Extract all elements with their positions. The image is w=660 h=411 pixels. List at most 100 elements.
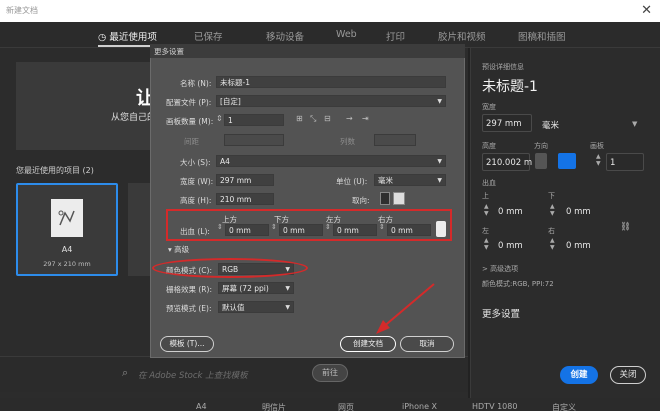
profile-select[interactable]: [自定] ▼ [216, 95, 446, 107]
preset-details-panel [470, 48, 660, 398]
recent-item-card[interactable] [128, 183, 150, 276]
stock-search-input[interactable]: 在 Adobe Stock 上查找模板 [138, 369, 248, 381]
advanced-toggle[interactable]: ▾ 高级 [168, 244, 189, 255]
column-layout-icon[interactable]: ⊟ [324, 114, 331, 123]
units-value: 毫米 [378, 176, 393, 185]
raster-effects-label: 栅格效果 (R): [166, 285, 212, 294]
bleed-right-value[interactable]: 0 mm [566, 241, 591, 251]
new-document-window: 新建文档 ✕ ◷ 最近使用项 已保存 移动设备 Web 打印 胶片和视频 图稿和… [0, 0, 660, 411]
bleed-top-label: 上 [482, 192, 489, 200]
footer-preset[interactable]: A4 [196, 402, 207, 411]
window-close-icon[interactable]: ✕ [641, 3, 652, 18]
stepper-icon[interactable]: ▲ ▼ [550, 237, 555, 251]
tab-print[interactable]: 打印 [386, 29, 405, 43]
tab-film-video[interactable]: 胶片和视频 [438, 29, 486, 43]
units-label: 单位 (U): [336, 177, 368, 186]
chevron-down-icon: ▼ [437, 98, 442, 105]
bleed-right-label: 右 [548, 227, 555, 235]
annotation-arrow [376, 283, 435, 334]
window-title: 新建文档 [6, 6, 38, 15]
bleed-bottom-value[interactable]: 0 mm [566, 207, 591, 217]
arrange-icon[interactable]: → [346, 114, 353, 123]
tab-recent-label: 最近使用项 [109, 32, 157, 43]
footer-preset[interactable]: iPhone X [402, 402, 437, 411]
name-label: 名称 (N): [180, 79, 212, 88]
tab-art-illustration[interactable]: 图稿和插图 [518, 29, 566, 43]
recent-item-size: 297 x 210 mm [43, 260, 91, 268]
preview-mode-value: 默认值 [222, 303, 245, 312]
landscape-icon[interactable] [393, 192, 405, 205]
document-icon [51, 199, 83, 237]
artboards-label: 画板 [590, 142, 604, 150]
artboards-count-label: 画板数量 (M): [166, 117, 214, 126]
units-select[interactable]: 毫米 ▼ [374, 174, 446, 186]
advanced-options-toggle[interactable]: > 高级选项 [482, 264, 518, 274]
raster-effects-value: 屏幕 (72 ppi) [222, 284, 269, 293]
bleed-label: 出血 [482, 179, 496, 187]
preview-mode-label: 预览模式 (E): [166, 304, 212, 313]
document-name[interactable]: 未标题-1 [482, 76, 538, 96]
artboards-value: 1 [610, 158, 616, 168]
preview-mode-select[interactable]: 默认值 ▼ [218, 301, 294, 313]
window-titlebar: 新建文档 ✕ [0, 0, 660, 22]
chevron-down-icon: ▼ [285, 285, 290, 292]
profile-value: [自定] [220, 97, 241, 106]
spacing-label: 间距 [184, 137, 199, 146]
dialog-titlebar: 更多设置 [150, 44, 465, 58]
chevron-down-icon: ▼ [437, 158, 442, 165]
stepper-icon[interactable]: ▲ ▼ [596, 153, 601, 167]
portrait-icon[interactable] [380, 192, 390, 205]
stepper-icon[interactable]: ⇕ [216, 114, 223, 123]
close-button[interactable]: 关闭 [610, 366, 646, 384]
templates-button[interactable]: 模板 (T)... [160, 336, 214, 352]
annotation-ellipse [152, 258, 308, 278]
tab-web[interactable]: Web [336, 29, 357, 40]
height-field[interactable]: 210 mm [216, 193, 274, 205]
footer-preset[interactable]: 明信片 [262, 402, 286, 411]
more-settings-button[interactable]: 更多设置 [482, 306, 520, 320]
search-icon: ⌕ [122, 366, 129, 379]
recent-item-card[interactable]: A4 297 x 210 mm [16, 183, 118, 276]
arrange-order-icon[interactable]: ⇥ [362, 114, 369, 123]
columns-label: 列数 [340, 137, 355, 146]
stepper-icon[interactable]: ▲ ▼ [550, 203, 555, 217]
chevron-down-icon: ▼ [437, 177, 442, 184]
footer-preset[interactable]: 自定义 [552, 402, 576, 411]
tab-saved[interactable]: 已保存 [194, 29, 223, 43]
dialog-title: 更多设置 [154, 47, 184, 56]
link-icon[interactable]: ⛓ [620, 222, 631, 232]
color-mode-summary: 颜色模式:RGB, PPI:72 [482, 280, 554, 288]
size-select[interactable]: A4 ▼ [216, 155, 446, 167]
orientation-label: 方向 [534, 142, 548, 150]
clock-icon: ◷ [98, 32, 107, 43]
landscape-icon[interactable] [558, 153, 576, 169]
tab-mobile[interactable]: 移动设备 [266, 29, 304, 43]
stepper-icon[interactable]: ▲ ▼ [484, 203, 489, 217]
row-layout-icon[interactable]: ⤡ [310, 114, 316, 124]
chevron-down-icon: ▼ [285, 304, 290, 311]
width-field[interactable]: 297 mm [216, 174, 274, 186]
columns-field [374, 134, 416, 146]
width-value: 297 mm [486, 119, 522, 129]
go-button[interactable]: 前往 [312, 364, 348, 382]
artboards-count-field[interactable]: 1 [224, 114, 284, 126]
tab-recent[interactable]: ◷ 最近使用项 [98, 29, 157, 43]
height-value: 210.002 m [486, 158, 533, 168]
name-field[interactable]: 未标题-1 [216, 76, 446, 88]
unit-select[interactable]: 毫米 [542, 119, 559, 131]
bleed-left-value[interactable]: 0 mm [498, 241, 523, 251]
raster-effects-select[interactable]: 屏幕 (72 ppi) ▼ [218, 282, 294, 294]
portrait-icon[interactable] [535, 153, 547, 169]
width-label: 宽度 [482, 103, 496, 111]
footer-preset[interactable]: HDTV 1080 [472, 402, 517, 411]
bleed-top-value[interactable]: 0 mm [498, 207, 523, 217]
stepper-icon[interactable]: ▲ ▼ [484, 237, 489, 251]
create-button[interactable]: 创建 [560, 366, 598, 384]
footer-preset[interactable]: 网页 [338, 402, 354, 411]
height-label: 高度 [482, 142, 496, 150]
profile-label: 配置文件 (P): [166, 98, 212, 107]
annotation-rectangle [166, 209, 452, 241]
size-value: A4 [220, 157, 230, 166]
recent-item-name: A4 [61, 245, 73, 254]
grid-layout-icon[interactable]: ⊞ [296, 114, 303, 123]
